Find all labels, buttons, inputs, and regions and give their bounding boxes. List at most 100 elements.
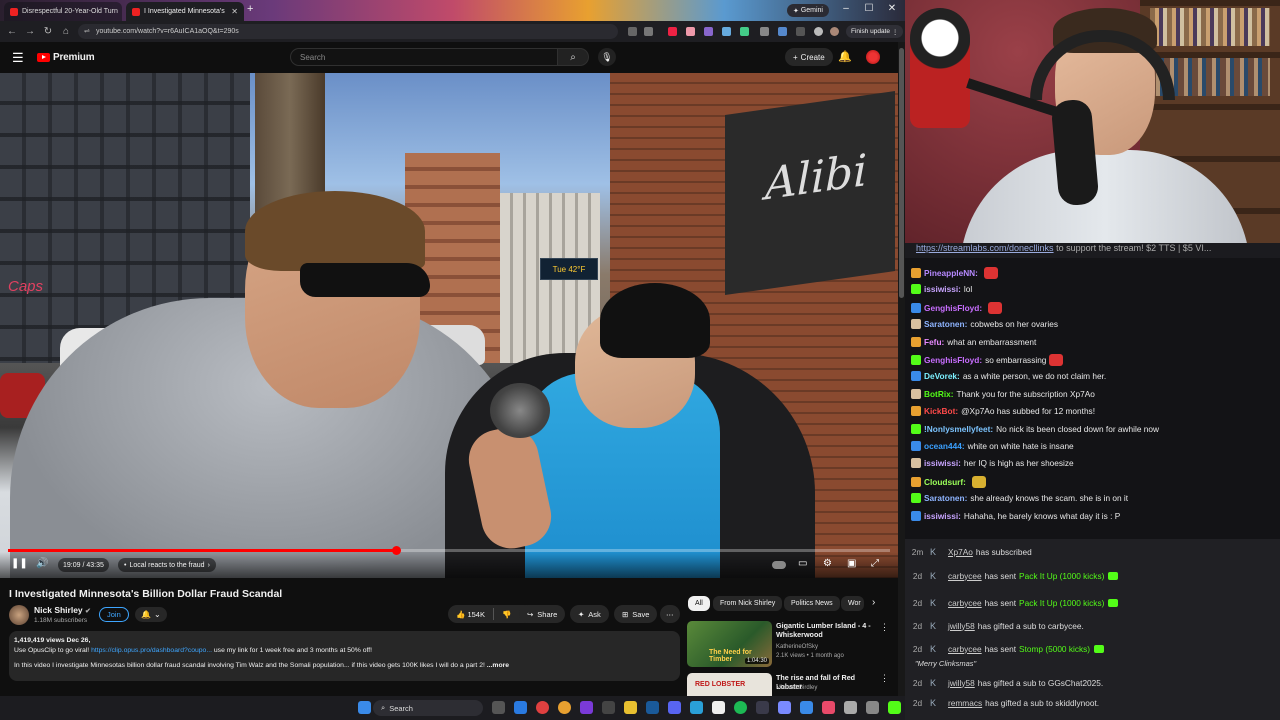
app-icon[interactable] <box>822 701 835 714</box>
app-icon[interactable] <box>756 701 769 714</box>
app-icon[interactable] <box>778 701 791 714</box>
chapter-button[interactable]: • Local reacts to the fraud › <box>118 558 216 572</box>
chevron-right-icon[interactable]: › <box>872 597 875 608</box>
task-view-icon[interactable] <box>492 701 505 714</box>
app-icon[interactable] <box>800 701 813 714</box>
account-avatar[interactable] <box>866 50 880 64</box>
chat-username[interactable]: ocean444: <box>924 441 965 451</box>
description-link[interactable]: https://clip.opus.pro/dashboard?coupo... <box>91 647 212 654</box>
volume-icon[interactable]: 🔊 <box>36 558 48 569</box>
app-icon[interactable] <box>844 701 857 714</box>
fullscreen-icon[interactable]: ⤢ <box>871 558 879 569</box>
more-options-icon[interactable]: ⋮ <box>880 673 889 684</box>
more-link[interactable]: ...more <box>487 662 509 669</box>
extension-icon[interactable] <box>704 27 713 36</box>
event-username[interactable]: remmacs <box>948 698 982 708</box>
event-username[interactable]: jwilly58 <box>948 678 975 688</box>
spotify-icon[interactable] <box>734 701 747 714</box>
channel-avatar[interactable] <box>9 605 29 625</box>
create-button[interactable]: + Create <box>785 48 833 66</box>
event-username[interactable]: carbycee <box>948 571 982 581</box>
extension-icon[interactable] <box>740 27 749 36</box>
chat-username[interactable]: Saratonen: <box>924 493 967 503</box>
chip-world[interactable]: Wor <box>841 596 864 611</box>
steam-icon[interactable] <box>646 701 659 714</box>
gemini-button[interactable]: ✦ Gemini <box>787 4 829 17</box>
discord-icon[interactable] <box>668 701 681 714</box>
subtitles-icon[interactable]: ▭ <box>798 558 807 569</box>
chat-username[interactable]: !Nonlysmellyfeet: <box>924 424 993 434</box>
install-icon[interactable] <box>628 27 637 36</box>
browser-tab[interactable]: Disrespectful 20-Year-Old Turn✕ <box>4 2 122 21</box>
recommendation-title[interactable]: Gigantic Lumber Island - 4 - Whiskerwood <box>776 621 876 640</box>
event-username[interactable]: carbycee <box>948 598 982 608</box>
donation-link[interactable]: https://streamlabs.com/donecllinks <box>916 243 1054 253</box>
chat-username[interactable]: GenghisFloyd: <box>924 355 982 365</box>
extension-icon[interactable] <box>686 27 695 36</box>
extensions-puzzle-icon[interactable] <box>760 27 769 36</box>
edge-icon[interactable] <box>514 701 527 714</box>
home-icon[interactable]: ⌂ <box>57 26 75 37</box>
chat-username[interactable]: issiwissi: <box>924 458 961 468</box>
settings-gear-icon[interactable]: ⚙ <box>823 558 832 569</box>
extension-icon[interactable] <box>668 27 677 36</box>
chat-username[interactable]: Saratonen: <box>924 319 967 329</box>
join-button[interactable]: Join <box>99 607 129 622</box>
extension-icon[interactable] <box>722 27 731 36</box>
scrollbar-thumb[interactable] <box>899 48 904 298</box>
chrome-icon[interactable] <box>536 701 549 714</box>
app-icon[interactable] <box>712 701 725 714</box>
browser-tab-active[interactable]: I Investigated Minnesota's ✕ <box>126 2 244 21</box>
dislike-icon[interactable]: 👎 <box>502 610 511 619</box>
close-icon[interactable]: ✕ <box>231 7 238 16</box>
terminal-icon[interactable] <box>602 701 615 714</box>
recommendation-channel[interactable]: KatherineOfSky <box>776 643 818 651</box>
event-username[interactable]: jwilly58 <box>948 621 975 631</box>
subscribed-button[interactable]: 🔔 ⌄ <box>135 607 167 622</box>
recommendation-thumbnail[interactable]: RED LOBSTER <box>687 673 772 696</box>
miniplayer-icon[interactable]: ▣ <box>847 558 856 569</box>
channel-name[interactable]: Nick Shirley ✔ <box>34 605 91 615</box>
bookmark-star-icon[interactable] <box>644 27 653 36</box>
close-window-icon[interactable]: ✕ <box>883 3 901 14</box>
chip-all[interactable]: All <box>688 596 710 611</box>
share-button[interactable]: ↪ Share <box>519 605 566 623</box>
windows-start-icon[interactable] <box>358 701 371 714</box>
video-player[interactable]: Caps Tue 42°F Alibi <box>0 73 898 578</box>
kick-icon[interactable] <box>888 701 901 714</box>
chip-politics-news[interactable]: Politics News <box>784 596 840 611</box>
pause-icon[interactable]: ❚❚ <box>11 558 28 569</box>
autoplay-toggle[interactable] <box>772 561 786 569</box>
chat-username[interactable]: Fefu: <box>924 337 944 347</box>
scrubber-handle[interactable] <box>392 546 402 555</box>
taskbar-search[interactable]: ⌕ Search <box>373 700 483 716</box>
chat-username[interactable]: BotRix: <box>924 389 954 399</box>
event-username[interactable]: Xp7Ao <box>948 547 973 557</box>
menu-icon[interactable]: ☰ <box>12 50 24 66</box>
microphone-icon[interactable]: 🎙 <box>598 48 616 66</box>
back-icon[interactable]: ← <box>3 26 21 37</box>
chat-username[interactable]: issiwissi: <box>924 284 961 294</box>
finish-update-button[interactable]: Finish update ⋮ <box>846 25 904 38</box>
maximize-icon[interactable]: ☐ <box>860 3 878 14</box>
forward-icon[interactable]: → <box>21 26 39 37</box>
chip-from-channel[interactable]: From Nick Shirley <box>713 596 783 611</box>
minimize-icon[interactable]: – <box>837 3 855 14</box>
more-options-icon[interactable]: ⋮ <box>880 622 889 633</box>
chat-username[interactable]: issiwissi: <box>924 511 961 521</box>
chat-username[interactable]: KickBot: <box>924 406 958 416</box>
ask-button[interactable]: ✦ Ask <box>570 605 609 623</box>
recommendation-channel[interactable]: Michael Girdley <box>776 684 817 692</box>
chat-username[interactable]: PineappleNN: <box>924 268 978 278</box>
profile-icon[interactable] <box>814 27 823 36</box>
notifications-bell-icon[interactable]: 🔔 <box>838 50 852 63</box>
chat-username[interactable]: DeVorek: <box>924 371 960 381</box>
chat-username[interactable]: Cloudsurf: <box>924 477 966 487</box>
like-button[interactable]: 👍 154K <box>456 610 485 619</box>
profile-avatar-icon[interactable] <box>830 27 839 36</box>
site-info-icon[interactable]: ⇌ <box>84 27 90 35</box>
event-username[interactable]: carbycee <box>948 644 982 654</box>
url-field[interactable]: ⇌ youtube.com/watch?v=r6AuICA1aOQ&t=290s <box>78 24 618 39</box>
youtube-logo[interactable]: Premium <box>37 52 95 63</box>
chat-username[interactable]: GenghisFloyd: <box>924 303 982 313</box>
